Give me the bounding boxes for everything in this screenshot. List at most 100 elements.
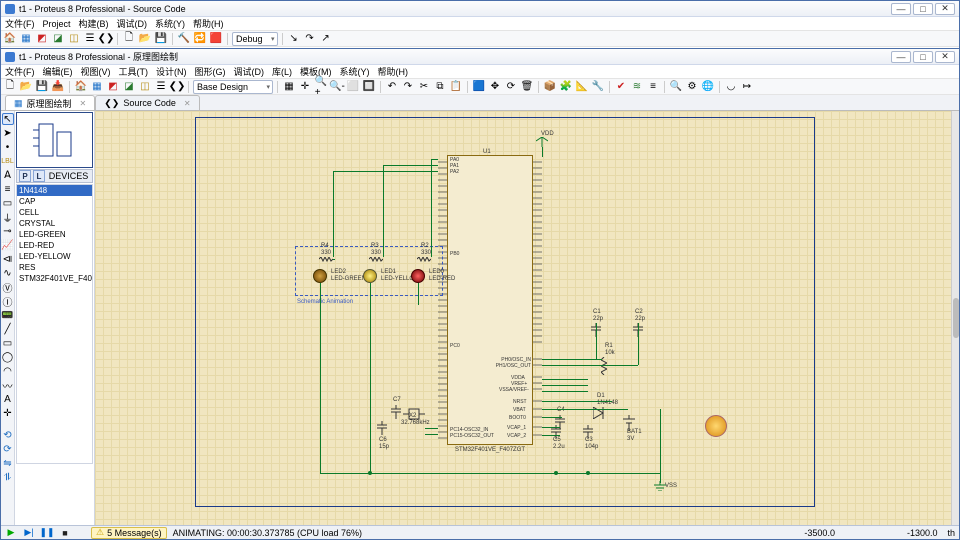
fg-tool-gerber-icon[interactable]: ◫ <box>138 80 152 94</box>
rotate-ccw-icon[interactable]: ⟲ <box>2 429 14 441</box>
r4-resistor[interactable] <box>319 257 333 262</box>
bg-tool-new-icon[interactable]: 🗋 <box>122 32 136 46</box>
bg-tool-pcb-icon[interactable]: ◩ <box>35 32 49 46</box>
mode-vprobe-icon[interactable]: Ⓥ <box>2 281 14 293</box>
canvas-vscroll[interactable] <box>951 111 959 525</box>
devices-pick-button[interactable]: P <box>19 170 31 182</box>
bg-close-button[interactable]: ✕ <box>935 3 955 15</box>
r3-resistor[interactable] <box>369 257 383 262</box>
fg-tool-bom2-icon[interactable]: ≡ <box>646 80 660 94</box>
led2[interactable] <box>313 269 327 283</box>
bg-minimize-button[interactable]: — <box>891 3 911 15</box>
mode-graph-icon[interactable]: 📈 <box>2 239 14 251</box>
device-item-6[interactable]: LED-YELLOW <box>17 251 92 262</box>
bg-menu-debug[interactable]: 调试(D) <box>117 17 148 30</box>
fg-tool-block-move-icon[interactable]: ✥ <box>488 80 502 94</box>
fg-tool-schematic-icon[interactable]: ▦ <box>90 80 104 94</box>
bg-menu-build[interactable]: 构建(B) <box>79 17 109 30</box>
tab-sourcecode[interactable]: ❮❯ Source Code ✕ <box>95 95 199 110</box>
fg-tool-import-icon[interactable]: 📥 <box>51 80 65 94</box>
tab-schematic-close-icon[interactable]: ✕ <box>80 99 87 108</box>
fg-tool-copy-icon[interactable]: ⧉ <box>433 80 447 94</box>
fg-tool-arc-icon[interactable]: ◡ <box>724 80 738 94</box>
bg-tool-schematic-icon[interactable]: ▦ <box>19 32 33 46</box>
fg-tool-save-icon[interactable]: 💾 <box>35 80 49 94</box>
device-item-1[interactable]: CAP <box>17 196 92 207</box>
fg-tool-zoom-area-icon[interactable]: 🔲 <box>362 80 376 94</box>
mode-component-icon[interactable]: ➤ <box>2 127 14 139</box>
r2-resistor[interactable] <box>417 257 431 262</box>
bg-menu-project[interactable]: Project <box>43 19 71 29</box>
fg-menu-view[interactable]: 视图(V) <box>81 65 111 78</box>
fg-menu-debug[interactable]: 调试(D) <box>234 65 265 78</box>
messages-badge[interactable]: ⚠ 5 Message(s) <box>91 527 167 539</box>
fg-tool-source-icon[interactable]: ❮❯ <box>170 80 184 94</box>
devices-list[interactable]: 1N4148 CAP CELL CRYSTAL LED-GREEN LED-RE… <box>16 184 93 464</box>
d2-indicator[interactable] <box>705 415 727 437</box>
mode-junction-icon[interactable]: • <box>2 141 14 153</box>
fg-tool-home-icon[interactable]: 🏠 <box>74 80 88 94</box>
sim-pause-button[interactable]: ❚❚ <box>41 527 53 539</box>
fg-tool-decompose-icon[interactable]: 🔧 <box>591 80 605 94</box>
mode-instrument-icon[interactable]: 📟 <box>2 309 14 321</box>
mirror-v-icon[interactable]: ⥮ <box>2 471 14 483</box>
mode-arc-icon[interactable]: ◠ <box>2 365 14 377</box>
bg-menu-help[interactable]: 帮助(H) <box>193 17 224 30</box>
devices-lib-button[interactable]: L <box>33 170 45 182</box>
fg-tool-redo-icon[interactable]: ↷ <box>401 80 415 94</box>
sim-play-button[interactable]: ▶ <box>5 527 17 539</box>
fg-menu-lib[interactable]: 库(L) <box>272 65 292 78</box>
fg-tool-property-icon[interactable]: ⚙ <box>685 80 699 94</box>
fg-menu-edit[interactable]: 编辑(E) <box>43 65 73 78</box>
mode-label-icon[interactable]: LBL <box>2 155 14 167</box>
rotate-cw-icon[interactable]: ⟳ <box>2 443 14 455</box>
mode-bus-icon[interactable]: ≡ <box>2 183 14 195</box>
fg-window-titlebar[interactable]: t1 - Proteus 8 Professional - 原理图绘制 — □ … <box>1 49 959 65</box>
bg-tool-3d-icon[interactable]: ◪ <box>51 32 65 46</box>
fg-tool-netlist-icon[interactable]: ≋ <box>630 80 644 94</box>
bg-tool-save-icon[interactable]: 💾 <box>154 32 168 46</box>
bg-menu-file[interactable]: 文件(F) <box>5 17 35 30</box>
mode-select-icon[interactable]: ↖ <box>2 113 14 125</box>
bg-maximize-button[interactable]: □ <box>913 3 933 15</box>
bg-config-combo[interactable]: Debug <box>232 32 278 46</box>
tab-sourcecode-close-icon[interactable]: ✕ <box>184 99 191 108</box>
sim-stop-button[interactable]: ■ <box>59 527 71 539</box>
fg-tool-pick-icon[interactable]: 📦 <box>543 80 557 94</box>
fg-tool-origin-icon[interactable]: ✛ <box>298 80 312 94</box>
fg-tool-erc-icon[interactable]: ✔ <box>614 80 628 94</box>
mode-pin-icon[interactable]: ⊸ <box>2 225 14 237</box>
sim-step-button[interactable]: ▶| <box>23 527 35 539</box>
bg-tool-step-into-icon[interactable]: ↘ <box>287 32 301 46</box>
mode-generator-icon[interactable]: ∿ <box>2 267 14 279</box>
mode-tape-icon[interactable]: ⧏ <box>2 253 14 265</box>
c6-cap[interactable] <box>377 421 387 435</box>
c7-cap[interactable] <box>391 405 401 419</box>
tab-schematic[interactable]: ▦ 原理图绘制 ✕ <box>5 95 95 110</box>
mode-gtext-icon[interactable]: A <box>2 393 14 405</box>
fg-menu-graph[interactable]: 图形(G) <box>195 65 226 78</box>
fg-tool-cut-icon[interactable]: ✂ <box>417 80 431 94</box>
fg-tool-block-copy-icon[interactable]: 🟦 <box>472 80 486 94</box>
mode-subcircuit-icon[interactable]: ▭ <box>2 197 14 209</box>
bg-tool-step-over-icon[interactable]: ↷ <box>303 32 317 46</box>
device-item-8[interactable]: STM32F401VE_F407ZGT <box>17 273 92 284</box>
fg-tool-3d-icon[interactable]: ◪ <box>122 80 136 94</box>
fg-tool-open-icon[interactable]: 📂 <box>19 80 33 94</box>
fg-tool-zoom-in-icon[interactable]: 🔍+ <box>314 80 328 94</box>
vscroll-thumb[interactable] <box>953 298 959 338</box>
bg-tool-step-out-icon[interactable]: ↗ <box>319 32 333 46</box>
fg-tool-block-delete-icon[interactable]: 🗑 <box>520 80 534 94</box>
mode-circle-icon[interactable]: ◯ <box>2 351 14 363</box>
bat1-battery[interactable] <box>623 415 635 431</box>
fg-tool-jump-icon[interactable]: ↦ <box>740 80 754 94</box>
fg-menu-design[interactable]: 设计(N) <box>156 65 187 78</box>
bg-tool-build-icon[interactable]: 🔨 <box>177 32 191 46</box>
fg-tool-paste-icon[interactable]: 📋 <box>449 80 463 94</box>
bg-tool-bom-icon[interactable]: ☰ <box>83 32 97 46</box>
fg-maximize-button[interactable]: □ <box>913 51 933 63</box>
fg-tool-pcb-icon[interactable]: ◩ <box>106 80 120 94</box>
device-item-3[interactable]: CRYSTAL <box>17 218 92 229</box>
bg-tool-home-icon[interactable]: 🏠 <box>3 32 17 46</box>
bg-menu-system[interactable]: 系统(Y) <box>155 17 185 30</box>
